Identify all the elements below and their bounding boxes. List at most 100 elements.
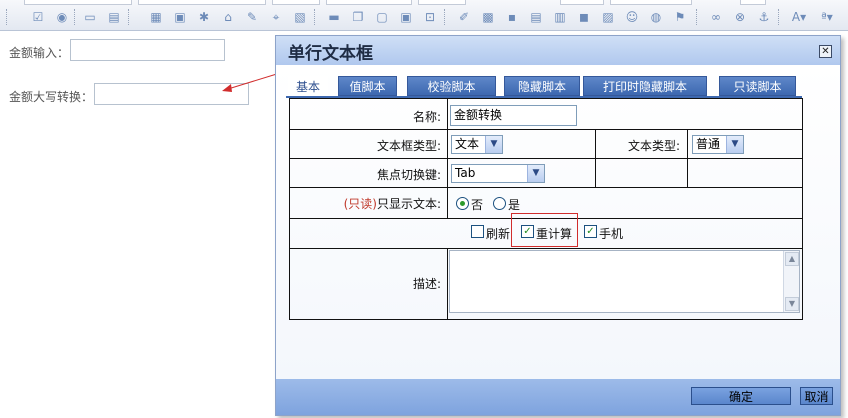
- copy-icon[interactable]: ❐: [350, 9, 366, 25]
- mobile-label: 手机: [599, 227, 624, 241]
- bank-icon[interactable]: ⌂: [220, 9, 236, 25]
- toolbar-field: [24, 0, 132, 5]
- row-divider: [290, 129, 802, 130]
- listbox-icon[interactable]: ▤: [106, 9, 122, 25]
- frame-icon[interactable]: ▣: [398, 9, 414, 25]
- amount-label: 金额输入：: [9, 46, 70, 60]
- readonly-no-label: 否: [471, 198, 484, 212]
- text-type-value: 普通: [696, 137, 721, 151]
- flash-icon[interactable]: ◼: [576, 9, 592, 25]
- tab-value-script[interactable]: 值脚本: [338, 76, 397, 96]
- col-divider: [447, 248, 448, 319]
- toolbar-field: [138, 0, 266, 5]
- amount-input[interactable]: [70, 39, 225, 61]
- cancel-button[interactable]: 取消: [800, 387, 833, 405]
- refresh-label: 刷新: [486, 227, 511, 241]
- toolbar-separator: [696, 9, 698, 25]
- toolbar-separator: [74, 9, 76, 25]
- toolbar-top-strip: [0, 0, 848, 5]
- toolbar-separator: [778, 9, 780, 25]
- paste-icon[interactable]: ▢: [374, 9, 390, 25]
- readonly-label: (只读)只显示文本:: [326, 195, 441, 212]
- smiley-icon[interactable]: ☺: [624, 9, 640, 25]
- amount-upper-label: 金额大写转换：: [9, 90, 94, 104]
- amount-upper-input[interactable]: [94, 83, 249, 105]
- tab-validate-script[interactable]: 校验脚本: [407, 76, 496, 96]
- col-divider: [447, 99, 448, 218]
- calendar-icon[interactable]: ▣: [172, 9, 188, 25]
- row-divider: [290, 158, 802, 159]
- highlight-box: [511, 213, 578, 247]
- readonly-text: 只显示文本:: [376, 197, 441, 211]
- dialog-footer: 确定 取消: [276, 379, 840, 415]
- globe-icon[interactable]: ◍: [648, 9, 664, 25]
- toolbar-separator: [6, 9, 8, 25]
- textbox-type-label: 文本框类型:: [376, 139, 441, 153]
- editor-toolbar: ☑ ◉ ▭ ▤ ▦ ▣ ✱ ⌂ ✎ ⌖ ▧ ▬ ❐ ▢ ▣ ⊡ ✐ ▩ ▪ ▤ …: [0, 0, 848, 31]
- toolbar-field: [272, 0, 320, 5]
- chevron-down-icon[interactable]: ▼: [527, 165, 544, 182]
- line-icon[interactable]: ▬: [326, 9, 342, 25]
- tab-hide-script[interactable]: 隐藏脚本: [504, 76, 580, 96]
- close-icon[interactable]: ✕: [819, 45, 832, 58]
- text-type-label: 文本类型:: [627, 139, 680, 153]
- row-divider: [290, 187, 802, 188]
- chevron-down-icon[interactable]: ▼: [485, 136, 502, 153]
- spell-check-icon[interactable]: ª▾: [816, 9, 838, 25]
- tab-basic[interactable]: 基本: [288, 76, 328, 96]
- toolbar-field: [610, 0, 692, 5]
- tab-print-hide-script[interactable]: 打印时隐藏脚本: [583, 76, 707, 96]
- tab-readonly-script[interactable]: 只读脚本: [719, 76, 796, 96]
- readonly-yes-radio[interactable]: [493, 197, 506, 210]
- anchor-icon[interactable]: ⚓: [756, 9, 772, 25]
- toolbar-field: [418, 0, 466, 5]
- dialog-title-bar: 单行文本框 ✕: [276, 36, 840, 65]
- unlink-icon[interactable]: ⊗: [732, 9, 748, 25]
- checkbox-icon[interactable]: ☑: [30, 9, 46, 25]
- focus-key-value: Tab: [455, 166, 476, 180]
- refresh-checkbox[interactable]: [471, 225, 484, 238]
- name-field[interactable]: 金额转换: [450, 105, 577, 126]
- table-icon[interactable]: ▦: [148, 9, 164, 25]
- font-color-icon[interactable]: A▾: [788, 9, 810, 25]
- toolbar-field: [560, 0, 604, 5]
- macro-icon[interactable]: ✱: [196, 9, 212, 25]
- flag-icon[interactable]: ⚑: [672, 9, 688, 25]
- scroll-down-icon[interactable]: ▼: [785, 297, 799, 311]
- description-label: 描述:: [412, 277, 441, 291]
- col-divider: [687, 129, 688, 187]
- grid-icon[interactable]: ▩: [480, 9, 496, 25]
- focus-key-select[interactable]: Tab ▼: [451, 164, 545, 183]
- media-icon[interactable]: ▥: [552, 9, 568, 25]
- select-icon[interactable]: ⌖: [268, 9, 284, 25]
- scroll-up-icon[interactable]: ▲: [785, 252, 799, 266]
- chevron-down-icon[interactable]: ▼: [726, 136, 743, 153]
- textbox-type-select[interactable]: 文本 ▼: [451, 135, 503, 154]
- toolbar-field: [326, 0, 412, 5]
- ok-button[interactable]: 确定: [691, 387, 791, 405]
- row-divider: [290, 248, 802, 249]
- image2-icon[interactable]: ▪: [504, 9, 520, 25]
- image-icon[interactable]: ▧: [292, 9, 308, 25]
- text-type-select[interactable]: 普通 ▼: [692, 135, 744, 154]
- textbox-icon[interactable]: ▭: [82, 9, 98, 25]
- description-scrollbar[interactable]: ▲ ▼: [783, 251, 799, 312]
- readonly-no-radio[interactable]: [456, 197, 469, 210]
- radio-icon[interactable]: ◉: [54, 9, 70, 25]
- readonly-prefix: (只读): [343, 197, 377, 211]
- description-textarea[interactable]: ▲ ▼: [449, 250, 800, 313]
- toolbar-icons: ☑ ◉ ▭ ▤ ▦ ▣ ✱ ⌂ ✎ ⌖ ▧ ▬ ❐ ▢ ▣ ⊡ ✐ ▩ ▪ ▤ …: [2, 8, 848, 28]
- dialog-title: 单行文本框: [288, 44, 373, 64]
- zoom-icon[interactable]: ⊡: [422, 9, 438, 25]
- mobile-checkbox[interactable]: ✓: [584, 225, 597, 238]
- sign-icon[interactable]: ✎: [244, 9, 260, 25]
- toolbar-separator: [128, 9, 130, 25]
- chain-icon[interactable]: ∞: [708, 9, 724, 25]
- link-icon[interactable]: ✐: [456, 9, 472, 25]
- picture-icon[interactable]: ▨: [600, 9, 616, 25]
- col-divider: [595, 129, 596, 187]
- textbox-type-value: 文本: [455, 137, 480, 151]
- toolbar-separator: [314, 9, 316, 25]
- readonly-yes-label: 是: [508, 198, 521, 212]
- layout-icon[interactable]: ▤: [528, 9, 544, 25]
